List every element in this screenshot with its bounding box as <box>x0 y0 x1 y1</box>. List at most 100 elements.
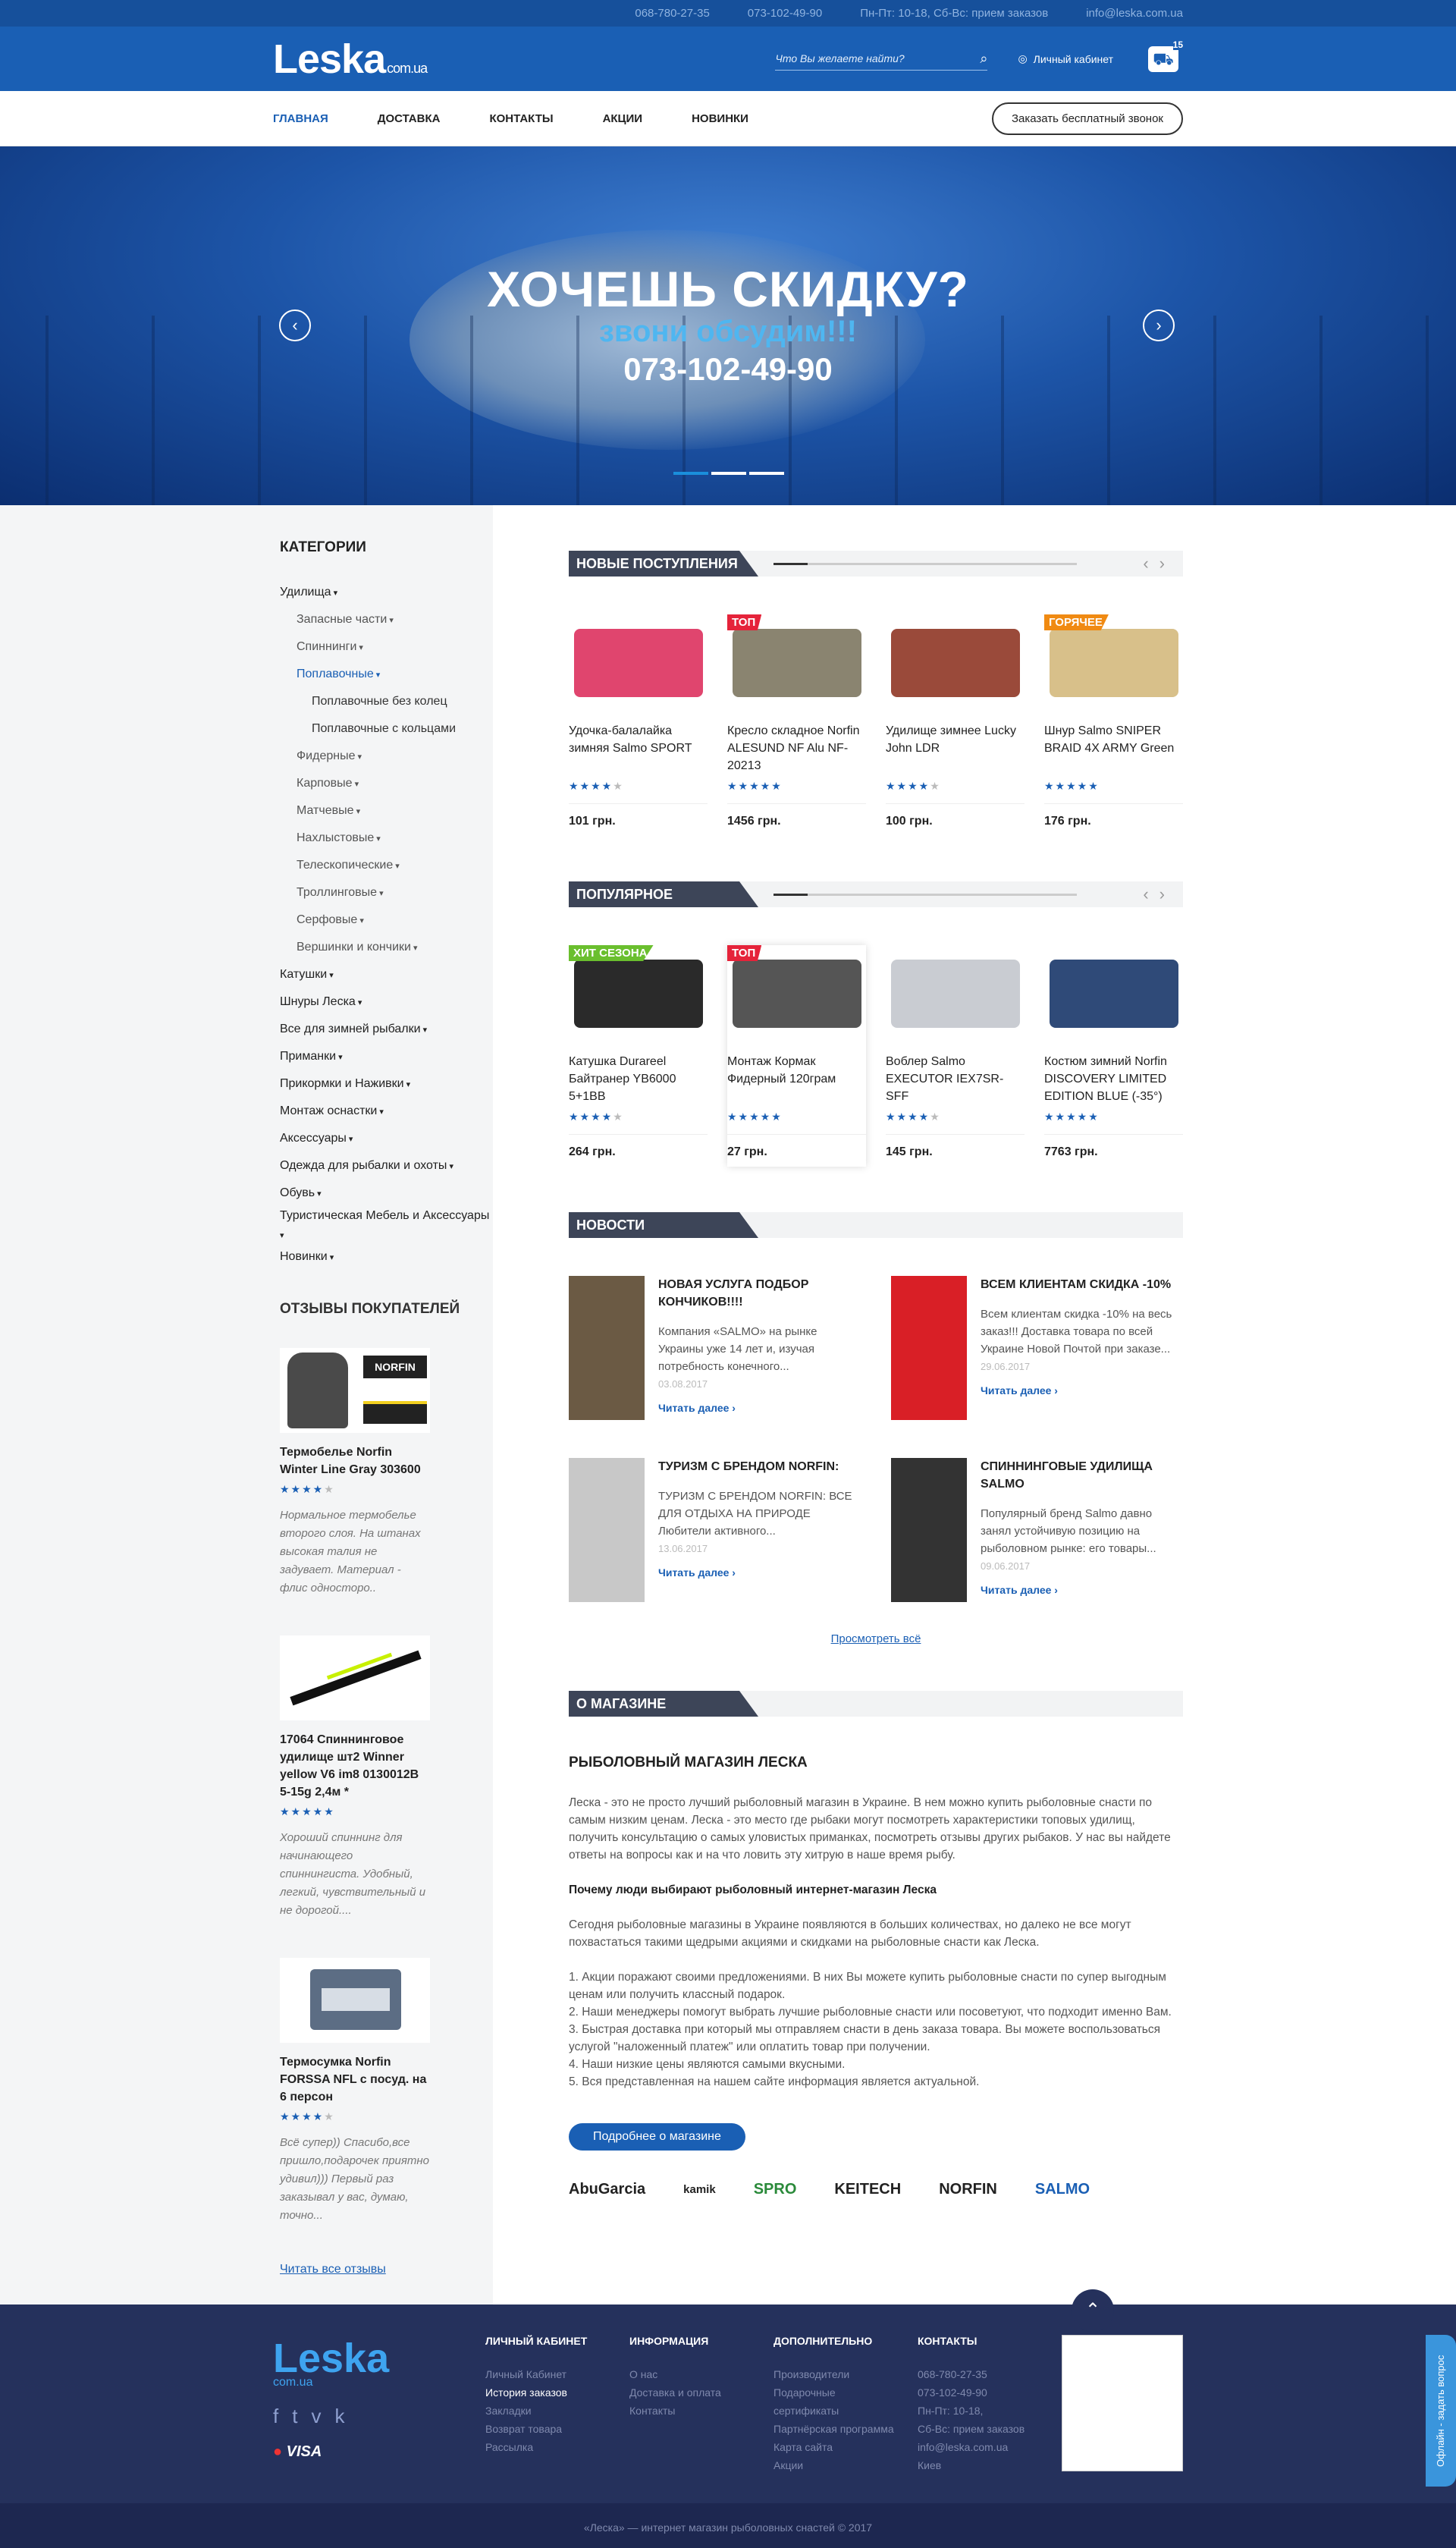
account-link[interactable]: ◎ Личный кабинет <box>1018 52 1113 65</box>
nav-promotions[interactable]: Акции <box>603 112 643 125</box>
footer-link[interactable]: Подарочные сертификаты <box>774 2383 902 2420</box>
category-item[interactable]: Одежда для рыбалки и охоты ▾ <box>280 1152 493 1180</box>
product-name[interactable]: Монтаж Кормак Фидерный 120грам <box>727 1053 866 1106</box>
carousel-arrows[interactable]: ‹› <box>1143 554 1175 573</box>
category-item[interactable]: Карповые ▾ <box>280 770 493 797</box>
review-product-name[interactable]: Термосумка Norfin FORSSA NFL с посуд. на… <box>280 2053 431 2106</box>
footer-link[interactable]: Пн-Пт: 10-18, <box>918 2402 1046 2420</box>
nav-home[interactable]: Главная <box>273 112 328 125</box>
news-title[interactable]: ВСЕМ КЛИЕНТАМ СКИДКА -10% <box>981 1276 1183 1293</box>
brand-logo[interactable]: SPRO <box>754 2181 797 2198</box>
product-image[interactable] <box>886 614 1025 712</box>
product-card[interactable]: ХИТ СЕЗОНА Катушка Durareel Байтранер YB6… <box>569 945 708 1167</box>
category-item[interactable]: Новинки ▾ <box>280 1243 493 1271</box>
category-item[interactable]: Серфовые ▾ <box>280 906 493 934</box>
category-item[interactable]: Поплавочные без колец <box>280 688 493 715</box>
footer-link[interactable]: Возврат товара <box>485 2420 614 2438</box>
read-more-link[interactable]: Читать далее › <box>658 1566 736 1579</box>
product-card[interactable]: ГОРЯЧЕЕ Шнур Salmo SNIPER BRAID 4X ARMY G… <box>1044 614 1183 836</box>
product-name[interactable]: Костюм зимний Norfin DISCOVERY LIMITED E… <box>1044 1053 1183 1106</box>
logo[interactable]: Leska com.ua <box>273 36 428 83</box>
all-reviews-link[interactable]: Читать все отзывы <box>280 2263 386 2276</box>
nav-new[interactable]: Новинки <box>692 112 748 125</box>
product-card[interactable]: ТОП Кресло складное Norfin ALESUND NF Alu… <box>727 614 866 836</box>
cart-button[interactable]: ⛟ 15 <box>1144 39 1183 79</box>
nav-delivery[interactable]: Доставка <box>378 112 441 125</box>
category-item[interactable]: Обувь ▾ <box>280 1180 493 1207</box>
category-item[interactable]: Телескопические ▾ <box>280 852 493 879</box>
email-link[interactable]: info@leska.com.ua <box>1086 7 1183 20</box>
online-chat-tab[interactable]: Офлайн - задать вопрос <box>1426 2335 1456 2487</box>
slide-dot-3[interactable] <box>749 472 784 475</box>
footer-link[interactable]: Рассылка <box>485 2438 614 2456</box>
category-item[interactable]: Фидерные ▾ <box>280 743 493 770</box>
twitter-icon[interactable]: t <box>292 2405 311 2427</box>
read-more-link[interactable]: Читать далее › <box>658 1402 736 1414</box>
category-item[interactable]: Нахлыстовые ▾ <box>280 825 493 852</box>
about-more-button[interactable]: Подробнее о магазине <box>569 2123 745 2151</box>
vk-icon[interactable]: vk <box>311 2405 358 2427</box>
category-item[interactable]: Троллинговые ▾ <box>280 879 493 906</box>
footer-link[interactable]: 073-102-49-90 <box>918 2383 1046 2402</box>
category-item[interactable]: Поплавочные с кольцами <box>280 715 493 743</box>
footer-link[interactable]: Доставка и оплата <box>629 2383 758 2402</box>
category-item[interactable]: Запасные части ▾ <box>280 606 493 633</box>
category-item[interactable]: Катушки ▾ <box>280 961 493 988</box>
product-name[interactable]: Катушка Durareel Байтранер YB6000 5+1BB <box>569 1053 708 1106</box>
footer-logo[interactable]: Leska com.ua <box>273 2335 485 2389</box>
category-item[interactable]: Матчевые ▾ <box>280 797 493 825</box>
news-image[interactable] <box>569 1458 645 1602</box>
footer-link[interactable]: Личный Кабинет <box>485 2365 614 2383</box>
product-name[interactable]: Кресло складное Norfin ALESUND NF Alu NF… <box>727 722 866 775</box>
banner-next-button[interactable]: › <box>1143 309 1175 341</box>
review-product-image[interactable]: NORFIN <box>280 1348 430 1433</box>
product-card[interactable]: ТОП Монтаж Кормак Фидерный 120грам ★★★★★ 27… <box>727 945 866 1167</box>
category-item[interactable]: Вершинки и кончики ▾ <box>280 934 493 961</box>
category-item[interactable]: Все для зимней рыбалки ▾ <box>280 1016 493 1043</box>
footer-link[interactable]: Сб-Вс: прием заказов <box>918 2420 1046 2438</box>
review-product-name[interactable]: 17064 Спиннинговое удилище шт2 Winner ye… <box>280 1731 431 1801</box>
category-item[interactable]: Туристическая Мебель и Аксессуары ▾ <box>280 1207 493 1243</box>
product-image[interactable] <box>1044 945 1183 1042</box>
product-card[interactable]: Удочка-балалайка зимняя Salmo SPORT ★★★★★… <box>569 614 708 836</box>
product-name[interactable]: Шнур Salmo SNIPER BRAID 4X ARMY Green <box>1044 722 1183 775</box>
product-image[interactable]: ТОП <box>727 945 866 1042</box>
brand-logo[interactable]: AbuGarcia <box>569 2181 645 2198</box>
review-product-image[interactable] <box>280 1635 430 1720</box>
review-product-image[interactable] <box>280 1958 430 2043</box>
product-image[interactable] <box>569 614 708 712</box>
footer-link[interactable]: Контакты <box>629 2402 758 2420</box>
product-name[interactable]: Воблер Salmo EXECUTOR IEX7SR-SFF <box>886 1053 1025 1106</box>
footer-link[interactable]: Партнёрская программа <box>774 2420 902 2438</box>
product-card[interactable]: Костюм зимний Norfin DISCOVERY LIMITED E… <box>1044 945 1183 1167</box>
news-image[interactable] <box>569 1276 645 1420</box>
brand-logo[interactable]: NORFIN <box>939 2181 997 2198</box>
footer-link[interactable]: Киев <box>918 2456 1046 2474</box>
phone-1[interactable]: 068-780-27-35 <box>635 7 709 20</box>
category-item[interactable]: Спиннинги ▾ <box>280 633 493 661</box>
callback-button[interactable]: Заказать бесплатный звонок <box>991 102 1183 135</box>
search-input[interactable] <box>775 52 981 64</box>
footer-link[interactable]: История заказов <box>485 2383 614 2402</box>
facebook-icon[interactable]: f <box>273 2405 292 2427</box>
product-card[interactable]: Удилище зимнее Lucky John LDR ★★★★★ 100 гр… <box>886 614 1025 836</box>
view-all-news-link[interactable]: Просмотреть всё <box>569 1632 1183 1645</box>
slide-dot-1[interactable] <box>673 472 708 475</box>
news-image[interactable] <box>891 1458 967 1602</box>
footer-link[interactable]: Акции <box>774 2456 902 2474</box>
footer-link[interactable]: Закладки <box>485 2402 614 2420</box>
news-title[interactable]: НОВАЯ УСЛУГА ПОДБОР КОНЧИКОВ!!!! <box>658 1276 861 1311</box>
footer-link[interactable]: 068-780-27-35 <box>918 2365 1046 2383</box>
review-product-name[interactable]: Термобелье Norfin Winter Line Gray 30360… <box>280 1444 431 1478</box>
category-item[interactable]: Шнуры Леска ▾ <box>280 988 493 1016</box>
footer-link[interactable]: Карта сайта <box>774 2438 902 2456</box>
read-more-link[interactable]: Читать далее › <box>981 1384 1058 1397</box>
brand-logo[interactable]: kamik <box>683 2183 716 2196</box>
category-item[interactable]: Прикормки и Наживки ▾ <box>280 1070 493 1098</box>
news-title[interactable]: ТУРИЗМ С БРЕНДОМ NORFIN: <box>658 1458 861 1475</box>
facebook-widget[interactable] <box>1062 2335 1183 2471</box>
slide-dot-2[interactable] <box>711 472 746 475</box>
category-item[interactable]: Аксессуары ▾ <box>280 1125 493 1152</box>
footer-link[interactable]: О нас <box>629 2365 758 2383</box>
brand-logo[interactable]: SALMO <box>1035 2181 1090 2198</box>
